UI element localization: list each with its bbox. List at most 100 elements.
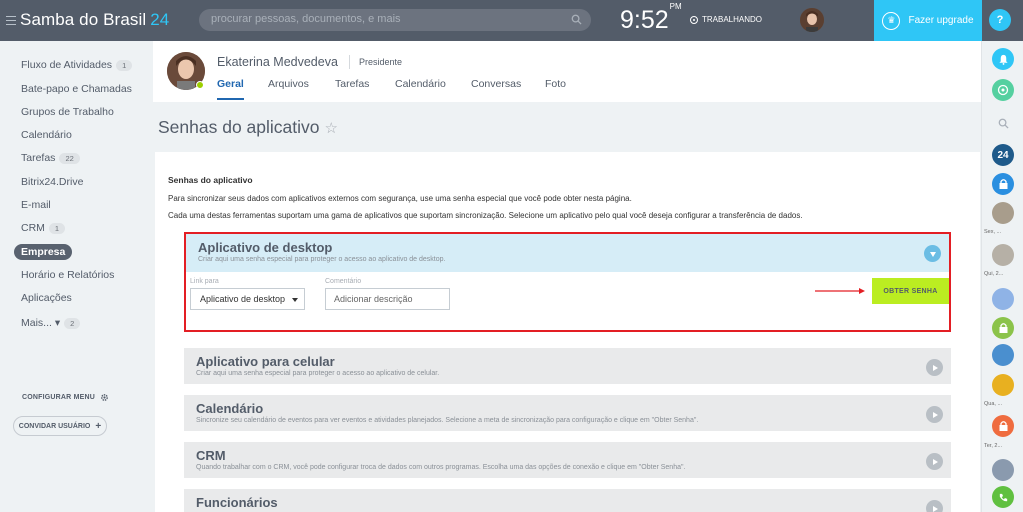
menu-item-time-reports[interactable]: Horário e Relatórios [21,269,114,281]
get-password-button[interactable]: OBTER SENHA [872,278,949,304]
chat-icon[interactable] [992,79,1014,101]
section-header[interactable]: Funcionários [184,489,951,512]
section-calendar[interactable]: Calendário Sincronize seu calendário de … [184,395,951,431]
menu-item-more[interactable]: Mais... ▾ 2 [21,317,81,329]
group-avatar[interactable] [992,459,1014,481]
link-select[interactable]: Aplicativo de desktop [190,288,305,310]
section-crm[interactable]: CRM Quando trabalhar com o CRM, você pod… [184,442,951,478]
section-mobile-app[interactable]: Aplicativo para celular Criar aqui uma s… [184,348,951,384]
contact-date: Sex, ... [984,229,1002,235]
divider [349,55,350,69]
logo-number: 24 [150,10,170,29]
menu-item-drive[interactable]: Bitrix24.Drive [21,176,83,188]
contact-date: Qua, ... [984,401,1003,407]
section-header[interactable]: Calendário Sincronize seu calendário de … [184,395,951,431]
description-line: Cada uma destas ferramentas suportam uma… [168,211,803,220]
profile-role: Presidente [359,57,403,67]
work-status[interactable]: TRABALHANDO [690,15,762,24]
comment-placeholder: Adicionar descrição [334,294,413,304]
user-avatar[interactable] [800,8,824,32]
collapse-icon[interactable] [924,245,941,262]
logo-text: Samba do Brasil [20,10,147,29]
menu-item-label: Calendário [21,129,72,141]
star-icon[interactable]: ☆ [325,119,338,137]
section-title: Funcionários [196,495,278,510]
gear-icon [101,394,108,401]
tab-files[interactable]: Arquivos [268,78,309,90]
group-avatar[interactable] [992,344,1014,366]
logo[interactable]: Samba do Brasil 24 [6,10,169,30]
content-card: Senhas do aplicativo Para sincronizar se… [155,152,980,512]
expand-icon[interactable] [926,500,943,512]
help-button[interactable]: ? [989,9,1011,31]
tab-calendar[interactable]: Calendário [395,78,446,90]
crown-icon: ♛ [882,11,901,30]
group-avatar[interactable] [992,288,1014,310]
clock-time: 9:52 [620,6,669,34]
upgrade-label: Fazer upgrade [908,15,974,26]
left-menu: Fluxo de Atividades 1 Bate-papo e Chamada… [0,41,153,512]
menu-item-calendar[interactable]: Calendário [21,129,72,141]
search-icon[interactable] [571,14,582,25]
status-label: TRABALHANDO [702,15,763,24]
section-header[interactable]: Aplicativo de desktop Criar aqui uma sen… [186,234,949,272]
group-avatar[interactable] [992,374,1014,396]
contact-avatar[interactable] [992,244,1014,266]
bell-icon[interactable] [992,48,1014,70]
section-header[interactable]: Aplicativo para celular Criar aqui uma s… [184,348,951,384]
lock-icon[interactable] [992,415,1014,437]
online-indicator [196,81,204,89]
menu-item-label: Mais... ▾ [21,317,61,329]
bitrix24-icon[interactable]: 24 [992,144,1014,166]
chevron-down-icon [292,298,298,302]
contact-date: Qui, 2... [984,271,1004,277]
status-icon [690,15,698,24]
menu-item-email[interactable]: E-mail [21,199,51,211]
search-icon[interactable] [992,112,1014,134]
tab-general[interactable]: Geral [217,78,244,100]
configure-menu-button[interactable]: CONFIGURAR MENU [22,393,109,402]
menu-item-chat[interactable]: Bate-papo e Chamadas [21,83,132,95]
contact-avatar[interactable] [992,202,1014,224]
lock-icon[interactable] [992,173,1014,195]
menu-icon[interactable] [6,15,16,25]
expand-icon[interactable] [926,359,943,376]
menu-item-workgroups[interactable]: Grupos de Trabalho [21,106,114,118]
tab-photo[interactable]: Foto [545,78,566,90]
tab-tasks[interactable]: Tarefas [335,78,369,90]
menu-item-crm[interactable]: CRM 1 [21,222,66,234]
expand-icon[interactable] [926,406,943,423]
expand-icon[interactable] [926,453,943,470]
contact-date: Ter, 2... [984,443,1003,449]
section-heading: Senhas do aplicativo [168,175,253,185]
search-input[interactable]: procurar pessoas, documentos, e mais [199,9,591,31]
link-label: Link para [190,278,219,285]
clock[interactable]: 9:52PM [620,2,682,35]
comment-input[interactable]: Adicionar descrição [325,288,450,310]
section-subtitle: Quando trabalhar com o CRM, você pode co… [196,464,686,471]
arrow-icon [815,288,865,294]
section-title: Aplicativo de desktop [198,240,333,255]
menu-item-label: Fluxo de Atividades [21,59,113,71]
menu-item-tasks[interactable]: Tarefas 22 [21,152,80,164]
section-header[interactable]: CRM Quando trabalhar com o CRM, você pod… [184,442,951,478]
lock-icon[interactable] [992,317,1014,339]
counter-badge: 1 [116,59,133,71]
tab-conversations[interactable]: Conversas [471,78,521,90]
section-employees[interactable]: Funcionários [184,489,951,512]
menu-item-label: Aplicações [21,292,72,304]
right-panel: 24 Sex, ... Qui, 2... Qua, ... Ter, 2... [981,41,1023,512]
page-title-text: Senhas do aplicativo [158,117,320,137]
profile-name[interactable]: Ekaterina Medvedeva [217,55,338,69]
menu-item-company[interactable]: Empresa [14,244,73,260]
plus-icon: + [95,420,102,432]
configure-menu-label: CONFIGURAR MENU [22,394,95,401]
phone-icon[interactable] [992,486,1014,508]
upgrade-button[interactable]: ♛ Fazer upgrade [874,0,982,41]
menu-item-applications[interactable]: Aplicações [21,292,72,304]
menu-item-label: CRM [21,222,45,234]
invite-user-button[interactable]: CONVIDAR USUÁRIO + [13,416,107,436]
section-body: Link para Aplicativo de desktop Comentár… [186,272,949,330]
menu-item-activity-stream[interactable]: Fluxo de Atividades 1 [21,59,133,71]
comment-label: Comentário [325,278,362,285]
